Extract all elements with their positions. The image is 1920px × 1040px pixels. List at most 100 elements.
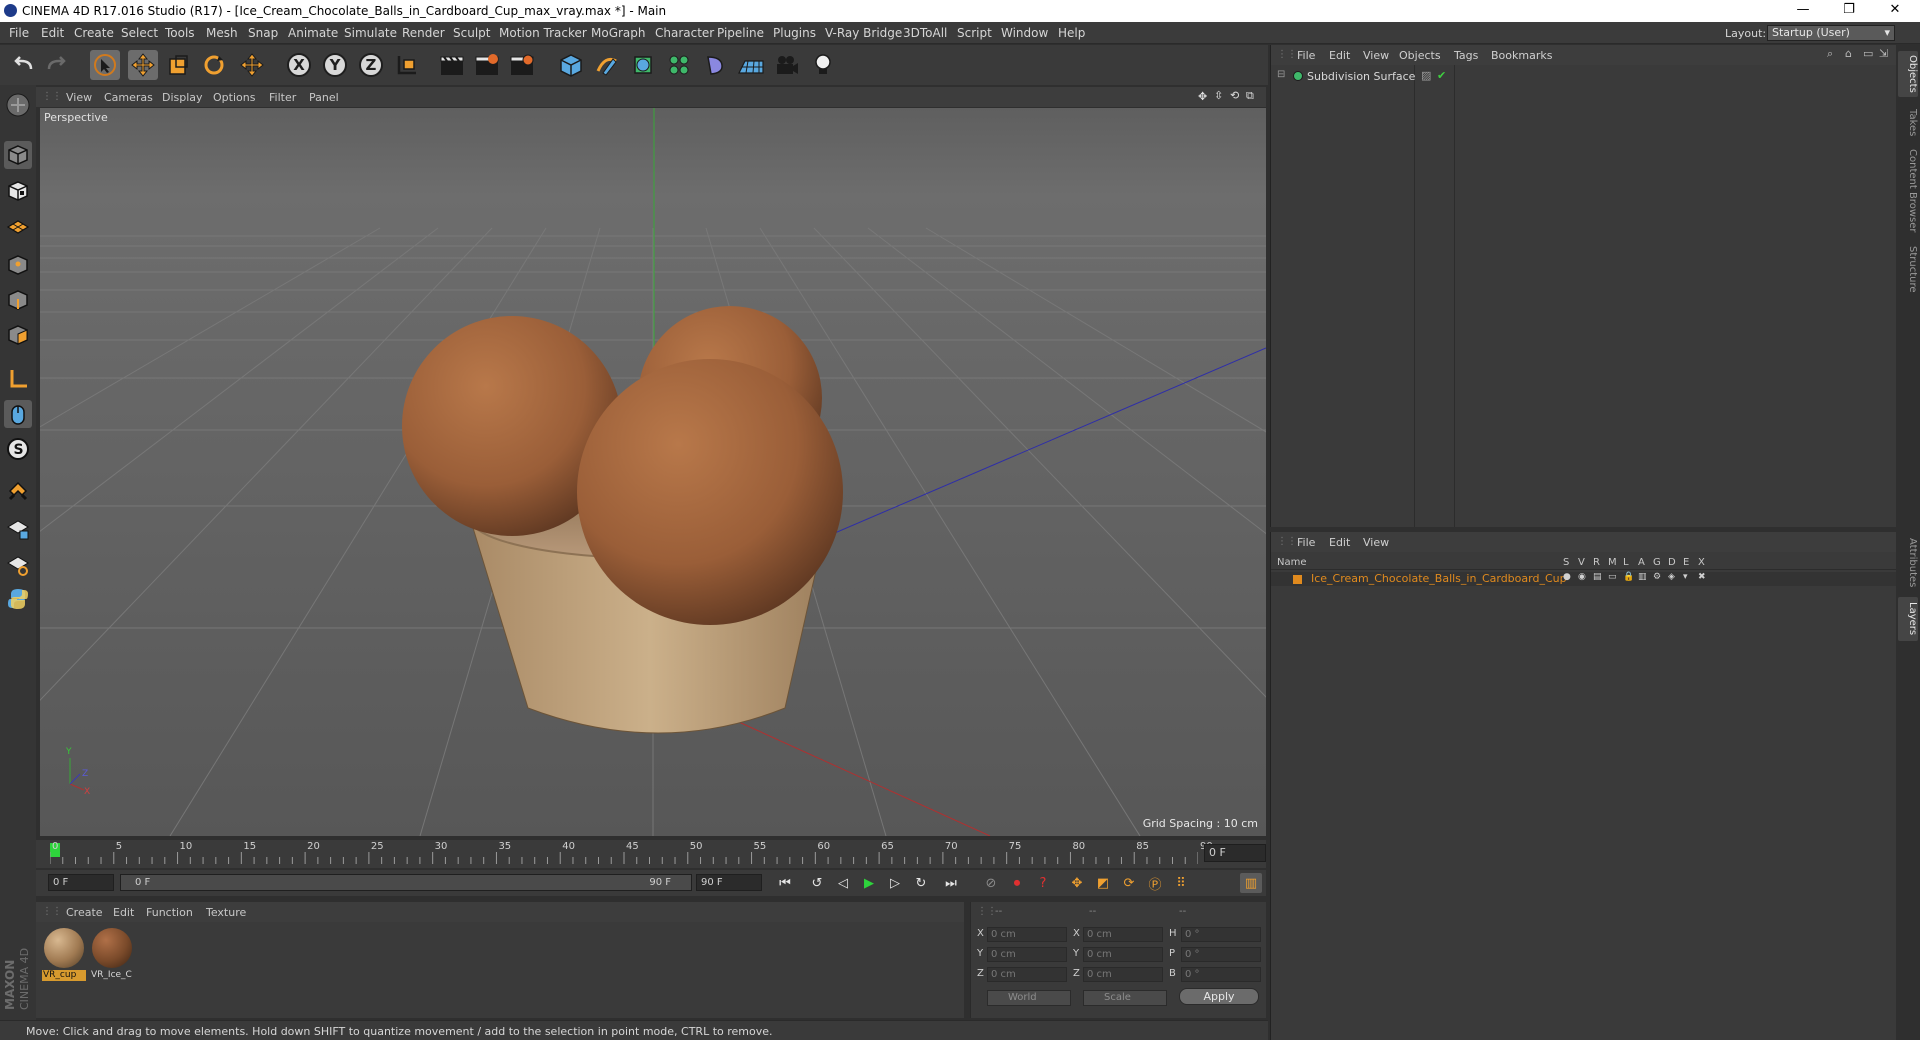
coordinate-system-dropdown[interactable]: World [987, 990, 1071, 1006]
rotation-b-field[interactable]: 0 ° [1181, 967, 1261, 982]
tab-layers[interactable]: Layers [1898, 597, 1918, 641]
previous-key-button[interactable]: ↺ [806, 873, 828, 893]
python-script-button[interactable] [4, 585, 32, 613]
move-tool-button[interactable] [128, 50, 158, 80]
objects-menu-objects[interactable]: Objects [1399, 49, 1441, 62]
menu-create[interactable]: Create [74, 26, 114, 40]
object-row-subdivision-surface[interactable]: ⊟ Subdivision Surface ▨ ✔ [1275, 69, 1875, 85]
viewport-rotate-icon[interactable]: ⟲ [1230, 89, 1239, 102]
add-camera-button[interactable] [772, 50, 802, 80]
make-editable-button[interactable] [4, 91, 32, 119]
size-y-field[interactable]: 0 cm [1083, 947, 1163, 962]
objects-menu-view[interactable]: View [1363, 49, 1389, 62]
add-deformer-button[interactable] [700, 50, 730, 80]
position-z-field[interactable]: 0 cm [987, 967, 1067, 982]
viewport-pan-icon[interactable]: ✥ [1198, 90, 1207, 103]
layer-flag-toggle-icon[interactable]: ◉ [1578, 572, 1586, 582]
new-window-icon[interactable]: ▭ [1863, 47, 1873, 60]
layer-flag-toggle-icon[interactable]: ▾ [1683, 572, 1688, 582]
rotate-tool-button[interactable] [199, 50, 229, 80]
next-frame-button[interactable]: ▷ [884, 873, 906, 893]
render-settings-button[interactable] [507, 50, 537, 80]
autokeying-button[interactable]: ⏺ [1006, 873, 1028, 893]
menu-render[interactable]: Render [402, 26, 445, 40]
axis-mode-button[interactable] [4, 365, 32, 393]
viewport-maximize-icon[interactable]: ⧉ [1246, 89, 1254, 103]
lock-workplane-button[interactable] [4, 515, 32, 543]
material-menu-texture[interactable]: Texture [206, 906, 246, 919]
edit-toggle-icon[interactable]: ▨ [1421, 69, 1431, 82]
menu-script[interactable]: Script [957, 26, 992, 40]
go-to-end-button[interactable]: ⏭ [940, 873, 962, 893]
viewport-menu-options[interactable]: Options [213, 91, 255, 104]
perspective-viewport[interactable]: Y X Z Perspective Grid Spacing : 10 cm [40, 108, 1266, 836]
play-button[interactable]: ▶ [858, 873, 880, 893]
layers-menu-view[interactable]: View [1363, 536, 1389, 549]
key-position-button[interactable]: ✥ [1066, 873, 1088, 893]
home-icon[interactable]: ⌂ [1845, 47, 1852, 60]
material-menu-create[interactable]: Create [66, 906, 103, 919]
menu-simulate[interactable]: Simulate [344, 26, 397, 40]
menu-motion-tracker[interactable]: Motion Tracker [499, 26, 587, 40]
menu-animate[interactable]: Animate [288, 26, 338, 40]
coordinate-system-button[interactable] [392, 50, 422, 80]
rotation-p-field[interactable]: 0 ° [1181, 947, 1261, 962]
layout-select[interactable]: Startup (User) ▾ [1767, 25, 1895, 41]
timeline-window-button[interactable]: ▥ [1240, 873, 1262, 893]
workplane-mode-button[interactable] [4, 212, 32, 240]
planar-workplane-button[interactable] [4, 551, 32, 579]
key-rotation-button[interactable]: ⟳ [1118, 873, 1140, 893]
add-nurbs-button[interactable] [628, 50, 658, 80]
redo-button[interactable] [42, 50, 72, 80]
select-tool-button[interactable] [90, 50, 120, 80]
viewport-menu-cameras[interactable]: Cameras [104, 91, 153, 104]
layer-flag-toggle-icon[interactable]: ▥ [1638, 572, 1647, 582]
scale-tool-button[interactable] [163, 50, 193, 80]
live-selection-button[interactable] [237, 50, 267, 80]
tab-attributes[interactable]: Attributes [1898, 533, 1918, 593]
enabled-check-icon[interactable]: ✔ [1437, 69, 1446, 82]
material-swatch[interactable]: VR_cup [42, 926, 86, 982]
tab-takes[interactable]: Takes [1898, 103, 1918, 143]
material-menu-edit[interactable]: Edit [113, 906, 134, 919]
menu-window[interactable]: Window [1001, 26, 1048, 40]
tab-structure[interactable]: Structure [1898, 241, 1918, 297]
layers-menu-edit[interactable]: Edit [1329, 536, 1350, 549]
apply-button[interactable]: Apply [1179, 988, 1259, 1005]
layer-flag-toggle-icon[interactable]: ▭ [1608, 572, 1617, 582]
previous-frame-button[interactable]: ◁ [832, 873, 854, 893]
add-environment-button[interactable] [736, 50, 766, 80]
texture-mode-button[interactable] [4, 177, 32, 205]
viewport-menu-panel[interactable]: Panel [309, 91, 339, 104]
key-scale-button[interactable]: ◩ [1092, 873, 1114, 893]
render-to-picture-viewer-button[interactable] [472, 50, 502, 80]
layer-flag-toggle-icon[interactable]: ▤ [1593, 572, 1602, 582]
position-x-field[interactable]: 0 cm [987, 927, 1067, 942]
menu-character[interactable]: Character [655, 26, 714, 40]
undo-button[interactable] [8, 50, 38, 80]
expand-tree-icon[interactable]: ⊟ [1277, 69, 1285, 80]
menu-sculpt[interactable]: Sculpt [453, 26, 490, 40]
viewport-menu-view[interactable]: View [66, 91, 92, 104]
record-active-button[interactable]: ⊘ [980, 873, 1002, 893]
go-to-start-button[interactable]: ⏮ [774, 873, 796, 893]
menu-file[interactable]: File [9, 26, 29, 40]
menu-help[interactable]: Help [1058, 26, 1085, 40]
key-parameter-button[interactable]: Ⓟ [1144, 873, 1166, 893]
x-axis-lock-button[interactable]: X [284, 50, 314, 80]
size-z-field[interactable]: 0 cm [1083, 967, 1163, 982]
menu-3dtoall[interactable]: 3DToAll [903, 26, 947, 40]
size-mode-dropdown[interactable]: Scale [1083, 990, 1167, 1006]
viewport-zoom-icon[interactable]: ⇳ [1214, 89, 1223, 102]
layer-flag-toggle-icon[interactable]: ◈ [1668, 572, 1675, 582]
menu-vray-bridge[interactable]: V-Ray Bridge [825, 26, 902, 40]
menu-mesh[interactable]: Mesh [206, 26, 238, 40]
snap-button[interactable] [4, 477, 32, 505]
point-mode-button[interactable] [4, 251, 32, 279]
add-mograph-button[interactable] [664, 50, 694, 80]
restore-button[interactable]: ❐ [1826, 0, 1872, 22]
size-x-field[interactable]: 0 cm [1083, 927, 1163, 942]
objects-menu-bookmarks[interactable]: Bookmarks [1491, 49, 1552, 62]
material-swatch[interactable]: VR_Ice_C [90, 926, 134, 982]
menu-select[interactable]: Select [121, 26, 158, 40]
